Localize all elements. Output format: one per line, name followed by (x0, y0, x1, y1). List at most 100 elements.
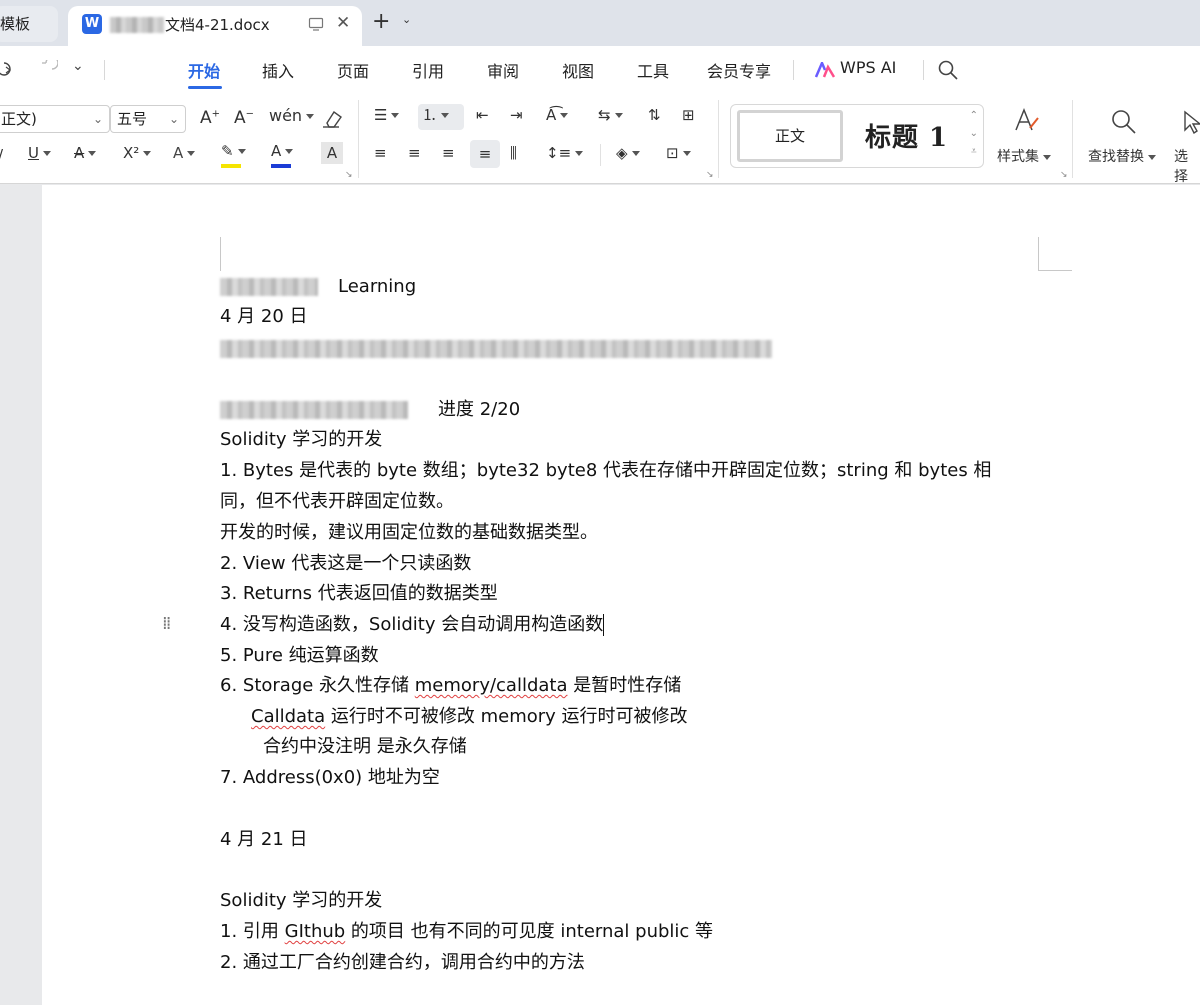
text-effect-icon[interactable]: A (173, 144, 196, 162)
find-replace-button[interactable]: 查找替换 (1088, 146, 1156, 166)
style-set-icon[interactable] (1012, 106, 1040, 134)
borders-icon[interactable]: ⊡ (666, 144, 691, 162)
doc-line: 1. Bytes 是代表的 byte 数组；byte32 byte8 代表在存储… (220, 460, 992, 481)
clear-format-icon[interactable] (321, 109, 343, 129)
select-button[interactable]: 选择 (1174, 146, 1200, 186)
menu-tools[interactable]: 工具 (637, 58, 669, 82)
redacted-text (220, 401, 408, 419)
doc-line: Solidity 学习的开发 (220, 429, 383, 450)
select-cursor-icon[interactable] (1182, 110, 1200, 136)
align-right-icon[interactable]: ≡ (442, 144, 455, 162)
spell-error[interactable]: Calldata (251, 706, 325, 727)
doc-line: 进度 2/20 (220, 398, 520, 422)
increase-indent-icon[interactable]: ⇥ (510, 106, 523, 124)
styles-gallery: 正文 标题 1 ⌃ ⌄ ⩡ (730, 104, 984, 168)
crop-mark (1038, 237, 1039, 271)
phonetic-guide-icon[interactable]: wén (269, 106, 315, 125)
doc-line: 2. 通过工厂合约创建合约，调用合约中的方法 (220, 952, 585, 973)
superscript-icon[interactable]: X² (123, 144, 152, 162)
find-replace-icon[interactable] (1110, 108, 1138, 136)
paragraph-dialog-launcher[interactable]: ↘ (706, 170, 714, 180)
styles-scroll[interactable]: ⌃ ⌄ ⩡ (970, 107, 978, 161)
search-icon[interactable] (937, 59, 959, 81)
new-tab-button[interactable]: + (372, 9, 390, 34)
tab-template[interactable]: 模板 (0, 6, 58, 42)
grow-font-icon[interactable]: A+ (200, 108, 220, 128)
sort-icon[interactable]: ⇅ (648, 106, 661, 124)
menu-divider (923, 60, 924, 80)
doc-line-redacted (220, 337, 772, 361)
shading-icon[interactable]: ◈ (616, 144, 640, 162)
menu-view[interactable]: 视图 (562, 58, 594, 82)
crop-mark (220, 237, 221, 271)
underline-icon[interactable]: U (28, 144, 51, 162)
spell-error[interactable]: GIthub (285, 921, 346, 942)
drag-handle-icon[interactable]: ⁞⁞ (162, 613, 172, 634)
font-color-icon[interactable]: A (271, 142, 294, 168)
document-page[interactable]: Learning 4 月 20 日 进度 2/20 Solidity 学习的开发… (42, 185, 1200, 1005)
menu-references[interactable]: 引用 (412, 58, 444, 82)
doc-line: 4 月 20 日 (220, 306, 308, 327)
doc-line: 6. Storage 永久性存储 memory/calldata 是暂时性存储 (220, 675, 682, 696)
tab-document[interactable]: W 文档4-21.docx ✕ (68, 6, 362, 46)
font-name-value: 正文) (1, 110, 37, 128)
doc-line: Solidity 学习的开发 (220, 890, 383, 911)
decrease-indent-icon[interactable]: ⇤ (476, 106, 489, 124)
ribbon-divider (358, 100, 359, 178)
char-shading-icon[interactable]: A (321, 142, 343, 164)
style-set-button[interactable]: 样式集 (997, 146, 1051, 166)
font-dialog-launcher[interactable]: ↘ (345, 170, 353, 180)
doc-line: Learning (220, 275, 416, 299)
doc-line: 5. Pure 纯运算函数 (220, 645, 379, 666)
spell-error[interactable]: memory/calldata (415, 675, 568, 696)
strikethrough-icon[interactable]: A (74, 144, 97, 162)
close-icon[interactable]: ✕ (336, 13, 350, 33)
menu-page[interactable]: 页面 (337, 58, 369, 82)
chevron-down-icon: ⌄ (92, 112, 103, 126)
title-bar: 模板 W 文档4-21.docx ✕ + ⌄ (0, 0, 1200, 46)
text-direction-icon[interactable]: A͡ (546, 106, 569, 124)
chevron-down-icon: ⌄ (168, 112, 179, 126)
distributed-icon[interactable]: ⫼ (510, 144, 517, 162)
justify-icon[interactable]: ≡ (470, 140, 500, 168)
menu-home[interactable]: 开始 (188, 58, 220, 82)
styles-dialog-launcher[interactable]: ↘ (1060, 170, 1068, 180)
doc-line: 1. 引用 GIthub 的项目 也有不同的可见度 internal publi… (220, 921, 714, 942)
redacted-text (220, 278, 318, 296)
highlight-icon[interactable]: ✎ (221, 142, 246, 168)
doc-line: 3. Returns 代表返回值的数据类型 (220, 583, 498, 604)
shrink-font-icon[interactable]: A− (234, 108, 254, 128)
line-spacing-icon[interactable]: ↕≡ (546, 144, 584, 162)
monitor-icon[interactable] (308, 16, 324, 32)
quick-access-menu-icon[interactable]: ⌄ (72, 58, 84, 74)
doc-line: 2. View 代表这是一个只读函数 (220, 553, 472, 574)
show-marks-icon[interactable]: ⊞ (682, 106, 695, 124)
style-heading-1[interactable]: 标题 1 (865, 117, 948, 154)
wps-ai-icon[interactable] (815, 62, 835, 78)
undo-icon[interactable] (0, 60, 18, 78)
document-area: Learning 4 月 20 日 进度 2/20 Solidity 学习的开发… (0, 185, 1200, 1005)
wps-writer-icon: W (82, 14, 102, 34)
convert-icon[interactable]: ⇆ (598, 106, 623, 124)
font-name-select[interactable]: 正文) ⌄ (0, 105, 110, 133)
chevron-down-icon[interactable]: ⌄ (402, 13, 411, 26)
redo-icon[interactable] (36, 60, 58, 78)
font-size-value: 五号 (117, 110, 148, 128)
menu-insert[interactable]: 插入 (262, 58, 294, 82)
menu-wps-ai[interactable]: WPS AI (840, 58, 896, 77)
bullets-icon[interactable]: ☰ (374, 106, 400, 124)
doc-line: 合约中没注明 是永久存储 (263, 736, 467, 757)
align-center-icon[interactable]: ≡ (408, 144, 421, 162)
font-size-select[interactable]: 五号 ⌄ (110, 105, 186, 133)
doc-line-active: 4. 没写构造函数，Solidity 会自动调用构造函数 (220, 614, 605, 636)
doc-line: 4 月 21 日 (220, 829, 308, 850)
active-tab-indicator (188, 86, 222, 89)
style-normal[interactable]: 正文 (737, 110, 843, 162)
menu-review[interactable]: 审阅 (487, 58, 519, 82)
italic-icon[interactable]: / (0, 146, 3, 164)
align-left-icon[interactable]: ≡ (374, 144, 387, 162)
menu-member[interactable]: 会员专享 (707, 58, 771, 82)
numbering-icon[interactable]: ⒈ (418, 104, 464, 130)
ribbon-divider (1072, 100, 1073, 178)
menu-divider (793, 60, 794, 80)
